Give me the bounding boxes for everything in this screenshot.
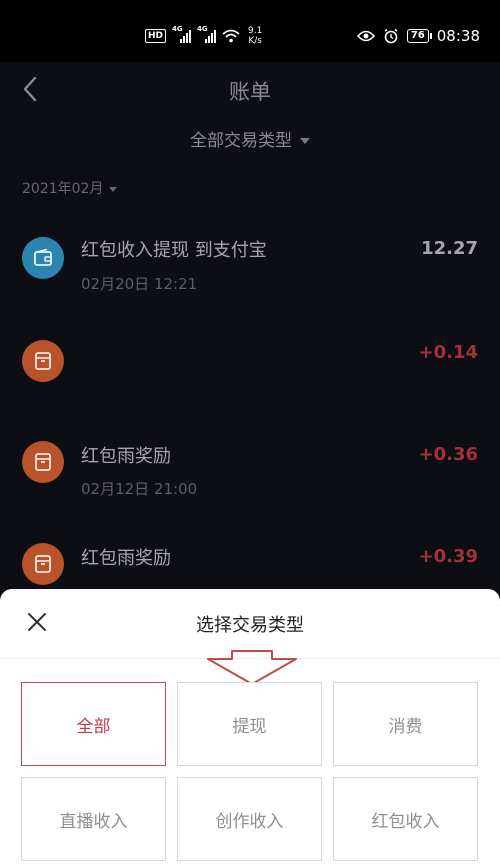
network-label-1: 4G [172,25,183,33]
transaction-time: 02月12日 21:00 [81,480,198,498]
option-live-income[interactable]: 直播收入 [21,777,166,861]
option-label: 直播收入 [59,811,128,832]
box-icon [22,543,64,585]
box-icon [22,441,64,483]
signal-icon-1: 4G [172,25,192,43]
network-speed-value: 9.1 [248,26,263,36]
option-label: 全部 [76,716,111,737]
network-label-2: 4G [197,25,208,33]
status-bar-right: 76 08:38 [356,22,480,50]
status-bar: HD 4G 4G 9.1 K/s 76 08:38 [0,0,500,62]
alarm-icon [384,28,398,44]
option-creation-income[interactable]: 创作收入 [177,777,322,861]
option-all[interactable]: 全部 [21,682,166,766]
option-label: 创作收入 [215,811,284,832]
wallet-icon [22,237,64,279]
option-label: 提现 [232,716,267,737]
transaction-time: 02月20日 12:21 [81,275,198,293]
transaction-title: 红包雨奖励 [81,446,171,467]
status-bar-network: HD 4G 4G 9.1 K/s [145,22,262,50]
network-speed: 9.1 K/s [248,26,262,46]
transaction-item[interactable]: 红包雨奖励 02月12日 21:00 +0.36 [0,424,500,524]
transaction-amount: 12.27 [421,238,478,259]
battery-icon: 76 [406,29,432,43]
caret-down-icon [109,186,118,192]
option-label: 消费 [388,716,423,737]
transaction-amount: +0.39 [418,546,479,567]
transaction-type-sheet: 选择交易类型 全部 提现 消费 直播收入 创作收入 红包收入 [0,589,500,867]
month-selector[interactable]: 2021年02月 [22,178,118,198]
network-speed-unit: K/s [248,36,262,46]
eye-icon [356,30,375,42]
option-withdraw[interactable]: 提现 [177,682,322,766]
option-red-packet-income[interactable]: 红包收入 [333,777,478,861]
transaction-type-filter-label: 全部交易类型 [190,131,292,151]
transaction-amount: +0.14 [418,342,479,363]
transaction-item[interactable]: 红包收入提现 到支付宝 02月20日 12:21 12.27 [0,220,500,320]
transaction-amount: +0.36 [418,444,479,465]
transaction-item[interactable]: +0.14 [0,322,500,422]
sheet-title: 选择交易类型 [196,615,304,636]
page-title: 账单 [229,80,271,104]
app-header: 账单 [0,62,500,116]
option-consume[interactable]: 消费 [333,682,478,766]
option-label: 红包收入 [371,811,440,832]
box-icon [22,340,64,382]
month-label: 2021年02月 [22,181,104,197]
transaction-title: 红包雨奖励 [81,548,171,569]
hd-badge: HD [145,29,167,43]
signal-icon-2: 4G [197,25,217,43]
transaction-title: 红包收入提现 到支付宝 [81,240,267,261]
transaction-type-filter[interactable]: 全部交易类型 [0,126,500,151]
caret-down-icon [300,138,310,144]
clock: 08:38 [436,27,480,45]
wifi-icon [222,29,240,43]
